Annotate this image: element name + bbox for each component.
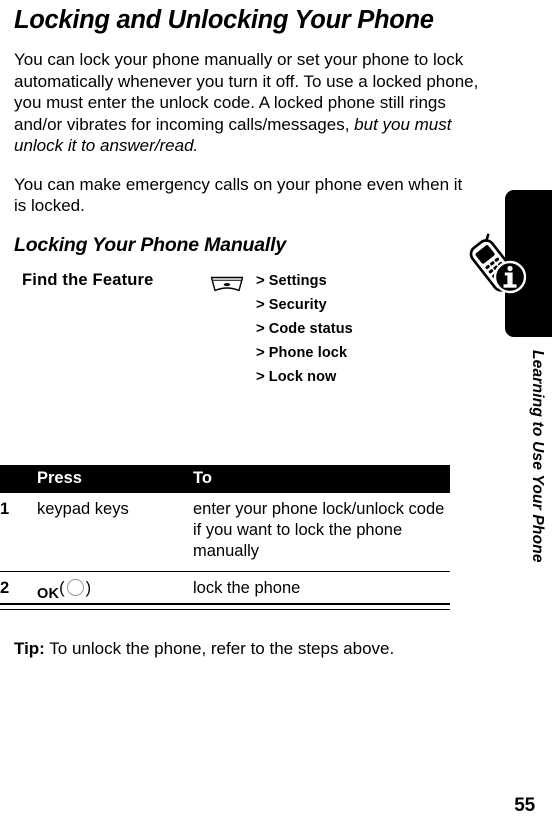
tip-line: Tip: To unlock the phone, refer to the s… [14, 638, 394, 659]
table-bottom-rule-thick [0, 603, 450, 605]
col-header-press: Press [37, 465, 193, 493]
table-row: 1 keypad keys enter your phone lock/unlo… [0, 493, 450, 572]
find-the-feature-block: Find the Feature > Settings > Security > Co… [14, 270, 484, 385]
menu-step[interactable]: > Security [256, 293, 353, 317]
intro-paragraph: You can lock your phone manually or set … [14, 49, 482, 157]
manual-page: Locking and Unlocking Your Phone You can… [0, 0, 552, 819]
paren-open: ( [59, 579, 65, 597]
table-bottom-rule-thin [0, 609, 450, 610]
step-name: Code status [268, 320, 353, 337]
section-title: Locking Your Phone Manually [14, 233, 286, 256]
step-arrow: > [256, 343, 265, 361]
steps-table-body: 1 keypad keys enter your phone lock/unlo… [0, 493, 450, 609]
steps-table: Press To 1 keypad keys enter your phone … [0, 465, 450, 609]
col-header-to: To [193, 465, 450, 493]
find-the-feature-label: Find the Feature [22, 270, 154, 289]
step-name: Phone lock [268, 344, 348, 361]
step-arrow: > [256, 271, 265, 289]
step-name: Lock now [268, 368, 337, 385]
menu-step[interactable]: > Code status [256, 317, 353, 341]
tip-label: Tip: [14, 639, 45, 658]
ok-key-label: OK [37, 586, 60, 602]
page-title: Locking and Unlocking Your Phone [14, 6, 434, 34]
chapter-title-vertical: Learning to Use Your Phone [529, 350, 546, 563]
round-select-key-icon [66, 579, 84, 596]
step-press: keypad keys [37, 493, 193, 572]
tip-text: To unlock the phone, refer to the steps … [44, 639, 395, 658]
step-name: Settings [268, 272, 327, 289]
page-content: Locking and Unlocking Your Phone You can… [14, 0, 484, 385]
center-select-key-icon [210, 275, 244, 293]
step-arrow: > [256, 367, 265, 385]
steps-table-header-row: Press To [0, 465, 450, 493]
page-number: 55 [514, 795, 535, 816]
phone-with-info-icon [467, 233, 533, 299]
emergency-paragraph: You can make emergency calls on your pho… [14, 174, 463, 216]
paren-close: ) [85, 579, 92, 597]
find-the-feature-steps: > Settings > Security > Code status > Phone … [256, 269, 353, 389]
menu-step[interactable]: > Lock now [256, 365, 353, 389]
menu-step[interactable]: > Phone lock [256, 341, 353, 365]
col-header-number [0, 465, 37, 493]
step-number: 1 [0, 493, 37, 572]
steps-table-header: Press To [0, 465, 450, 493]
step-arrow: > [256, 319, 265, 337]
menu-step[interactable]: > Settings [256, 269, 353, 293]
step-action: enter your phone lock/unlock code if you… [193, 493, 450, 572]
step-name: Security [268, 296, 327, 313]
step-arrow: > [256, 295, 265, 313]
